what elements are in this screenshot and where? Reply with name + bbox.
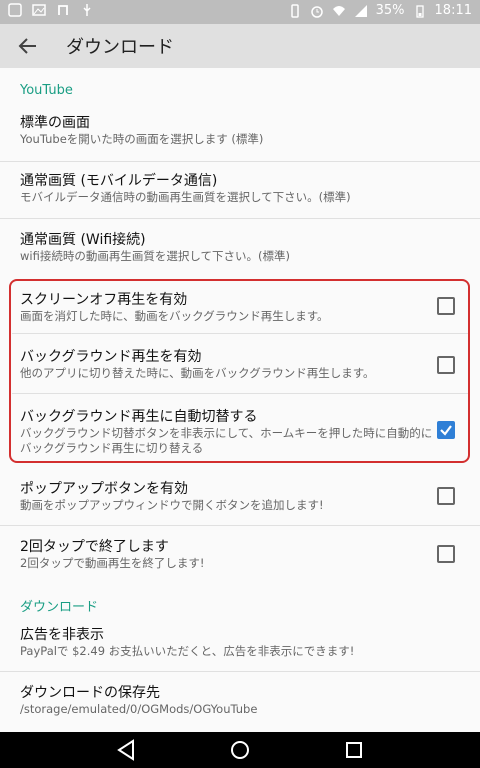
setting-title: 通常画質 (モバイルデータ通信) (20, 173, 218, 189)
setting-popup-button[interactable]: ポップアップボタンを有効 動画をポップアップウィンドウで開くボタンを追加します! (0, 468, 480, 526)
status-bar: 35% 18:11 (0, 0, 480, 24)
wifi-icon (332, 4, 346, 18)
navigation-bar (0, 732, 480, 768)
setting-title: ダウンロードの保存先 (20, 685, 160, 701)
checkbox-double-tap-exit[interactable] (437, 545, 455, 563)
usb-icon (80, 3, 94, 17)
setting-summary: wifi接続時の動画再生画質を選択して下さい。(標準) (20, 249, 290, 263)
checkbox-popup-button[interactable] (437, 487, 455, 505)
notification-icon (8, 3, 22, 17)
section-header-download: ダウンロード (20, 600, 99, 615)
highlight-box (9, 279, 470, 463)
vibrate-icon (288, 3, 302, 18)
signal-icon (354, 4, 368, 18)
setting-summary: YouTubeを開いた時の画面を選択します (標準) (20, 132, 264, 146)
setting-title: 広告を非表示 (20, 627, 104, 643)
setting-quality-mobile[interactable]: 通常画質 (モバイルデータ通信) モバイルデータ通信時の動画再生画質を選択して下… (0, 162, 480, 219)
toolbar: ダウンロード (0, 24, 480, 68)
setting-download-location[interactable]: ダウンロードの保存先 /storage/emulated/0/OGMods/OG… (0, 672, 480, 730)
recents-square-icon[interactable] (342, 738, 366, 762)
setting-summary: /storage/emulated/0/OGMods/OGYouTube (20, 702, 258, 716)
setting-title: 2回タップで終了します (20, 539, 169, 555)
setting-title: 通常画質 (Wifi接続) (20, 232, 146, 248)
setting-quality-wifi[interactable]: 通常画質 (Wifi接続) wifi接続時の動画再生画質を選択して下さい。(標準… (0, 219, 480, 277)
clock: 18:11 (434, 3, 472, 18)
image-icon (32, 3, 46, 17)
setting-double-tap-exit[interactable]: 2回タップで終了します 2回タップで動画再生を終了します! (0, 526, 480, 584)
setting-summary: モバイルデータ通信時の動画再生画質を選択して下さい。(標準) (20, 190, 351, 204)
setting-remove-ads[interactable]: 広告を非表示 PayPalで $2.49 お支払いいただくと、広告を非表示にでき… (0, 616, 480, 672)
battery-text: 35% (375, 3, 405, 18)
status-right: 35% 18:11 (288, 3, 472, 18)
setting-summary: PayPalで $2.49 お支払いいただくと、広告を非表示にできます! (20, 644, 355, 658)
setting-summary: 2回タップで動画再生を終了します! (20, 556, 205, 570)
status-left-icons (8, 3, 94, 17)
setting-title: 標準の画面 (20, 115, 90, 131)
alarm-icon (310, 4, 324, 18)
home-circle-icon[interactable] (228, 738, 252, 762)
battery-icon (413, 4, 427, 18)
n-icon (56, 3, 70, 17)
page-title: ダウンロード (66, 37, 174, 58)
setting-default-screen[interactable]: 標準の画面 YouTubeを開いた時の画面を選択します (標準) (0, 105, 480, 162)
back-triangle-icon[interactable] (114, 738, 138, 762)
settings-list[interactable]: YouTube 標準の画面 YouTubeを開いた時の画面を選択します (標準)… (0, 68, 480, 732)
back-arrow-icon[interactable] (16, 34, 40, 58)
setting-title: ポップアップボタンを有効 (20, 481, 188, 497)
section-header-youtube: YouTube (20, 83, 73, 98)
setting-summary: 動画をポップアップウィンドウで開くボタンを追加します! (20, 498, 324, 512)
